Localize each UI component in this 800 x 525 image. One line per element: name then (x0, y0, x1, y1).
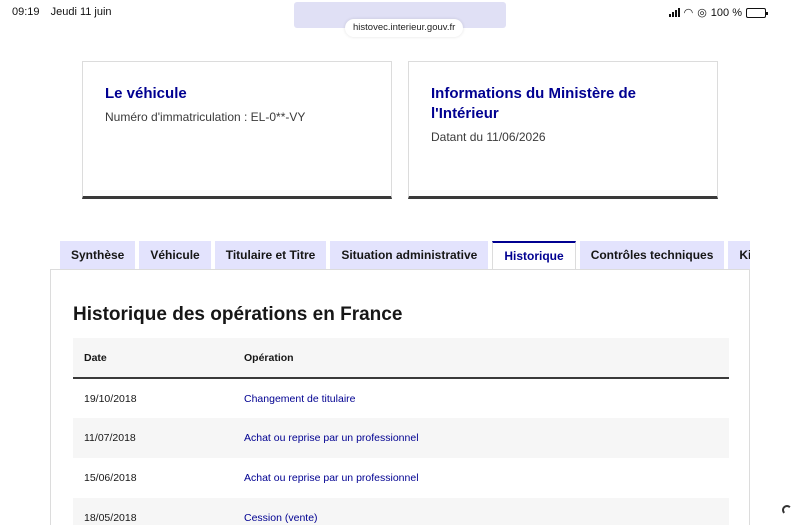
table-row: 18/05/2018 Cession (vente) (73, 498, 729, 525)
tab-titulaire-et-titre[interactable]: Titulaire et Titre (214, 241, 327, 269)
table-header-row: Date Opération (73, 338, 729, 378)
row-operation: Achat ou reprise par un professionnel (244, 432, 419, 444)
table-row: 19/10/2018 Changement de titulaire (73, 378, 729, 418)
vehicle-card-title: Le véhicule (105, 85, 187, 102)
row-operation: Cession (vente) (244, 512, 318, 524)
row-date: 15/06/2018 (84, 472, 137, 484)
loading-spinner-icon (782, 505, 792, 515)
status-date: Jeudi 11 juin (50, 6, 112, 18)
history-panel: Historique des opérations en France Date… (50, 269, 750, 525)
tab-historique[interactable]: Historique (492, 241, 576, 269)
vehicle-card: Le véhicule Numéro d'immatriculation : E… (82, 61, 392, 199)
registration-number: Numéro d'immatriculation : EL-0**-VY (105, 110, 306, 124)
status-time: 09:19 (12, 6, 40, 18)
tab-situation-administrative[interactable]: Situation administrative (330, 241, 489, 269)
row-date: 11/07/2018 (84, 432, 136, 444)
ministry-card: Informations du Ministère de l'Intérieur… (408, 61, 718, 199)
column-header-operation: Opération (244, 351, 294, 364)
wifi-icon: ◠ (683, 7, 694, 19)
url-bar[interactable]: histovec.interieur.gouv.fr (345, 19, 464, 37)
ministry-date: Datant du 11/06/2026 (431, 130, 546, 144)
history-table: Date Opération 19/10/2018 Changement de … (73, 338, 729, 525)
row-operation: Changement de titulaire (244, 392, 356, 405)
history-title: Historique des opérations en France (73, 304, 403, 325)
battery-percent: 100 % (710, 6, 742, 19)
row-date: 18/05/2018 (84, 512, 137, 524)
tab-kilometrage[interactable]: Kilométrage (728, 241, 750, 269)
tab-vehicule[interactable]: Véhicule (139, 241, 211, 269)
row-operation: Achat ou reprise par un professionnel (244, 472, 419, 484)
orientation-lock-icon: ◎ (697, 7, 707, 19)
cellular-signal-icon (668, 8, 680, 17)
table-row: 11/07/2018 Achat ou reprise par un profe… (73, 418, 729, 458)
row-date: 19/10/2018 (84, 392, 137, 405)
ministry-card-title: Informations du Ministère de l'Intérieur (431, 85, 637, 122)
status-left: 09:19 Jeudi 11 juin (12, 6, 120, 18)
tab-synthese[interactable]: Synthèse (60, 241, 136, 269)
column-header-date: Date (84, 351, 107, 364)
battery-icon (746, 7, 768, 18)
table-row: 15/06/2018 Achat ou reprise par un profe… (73, 458, 729, 498)
tab-controles-techniques[interactable]: Contrôles techniques (579, 241, 725, 269)
tab-list: Synthèse Véhicule Titulaire et Titre Situat… (60, 241, 750, 269)
status-right: ◠ ◎ 100 % (668, 6, 768, 19)
